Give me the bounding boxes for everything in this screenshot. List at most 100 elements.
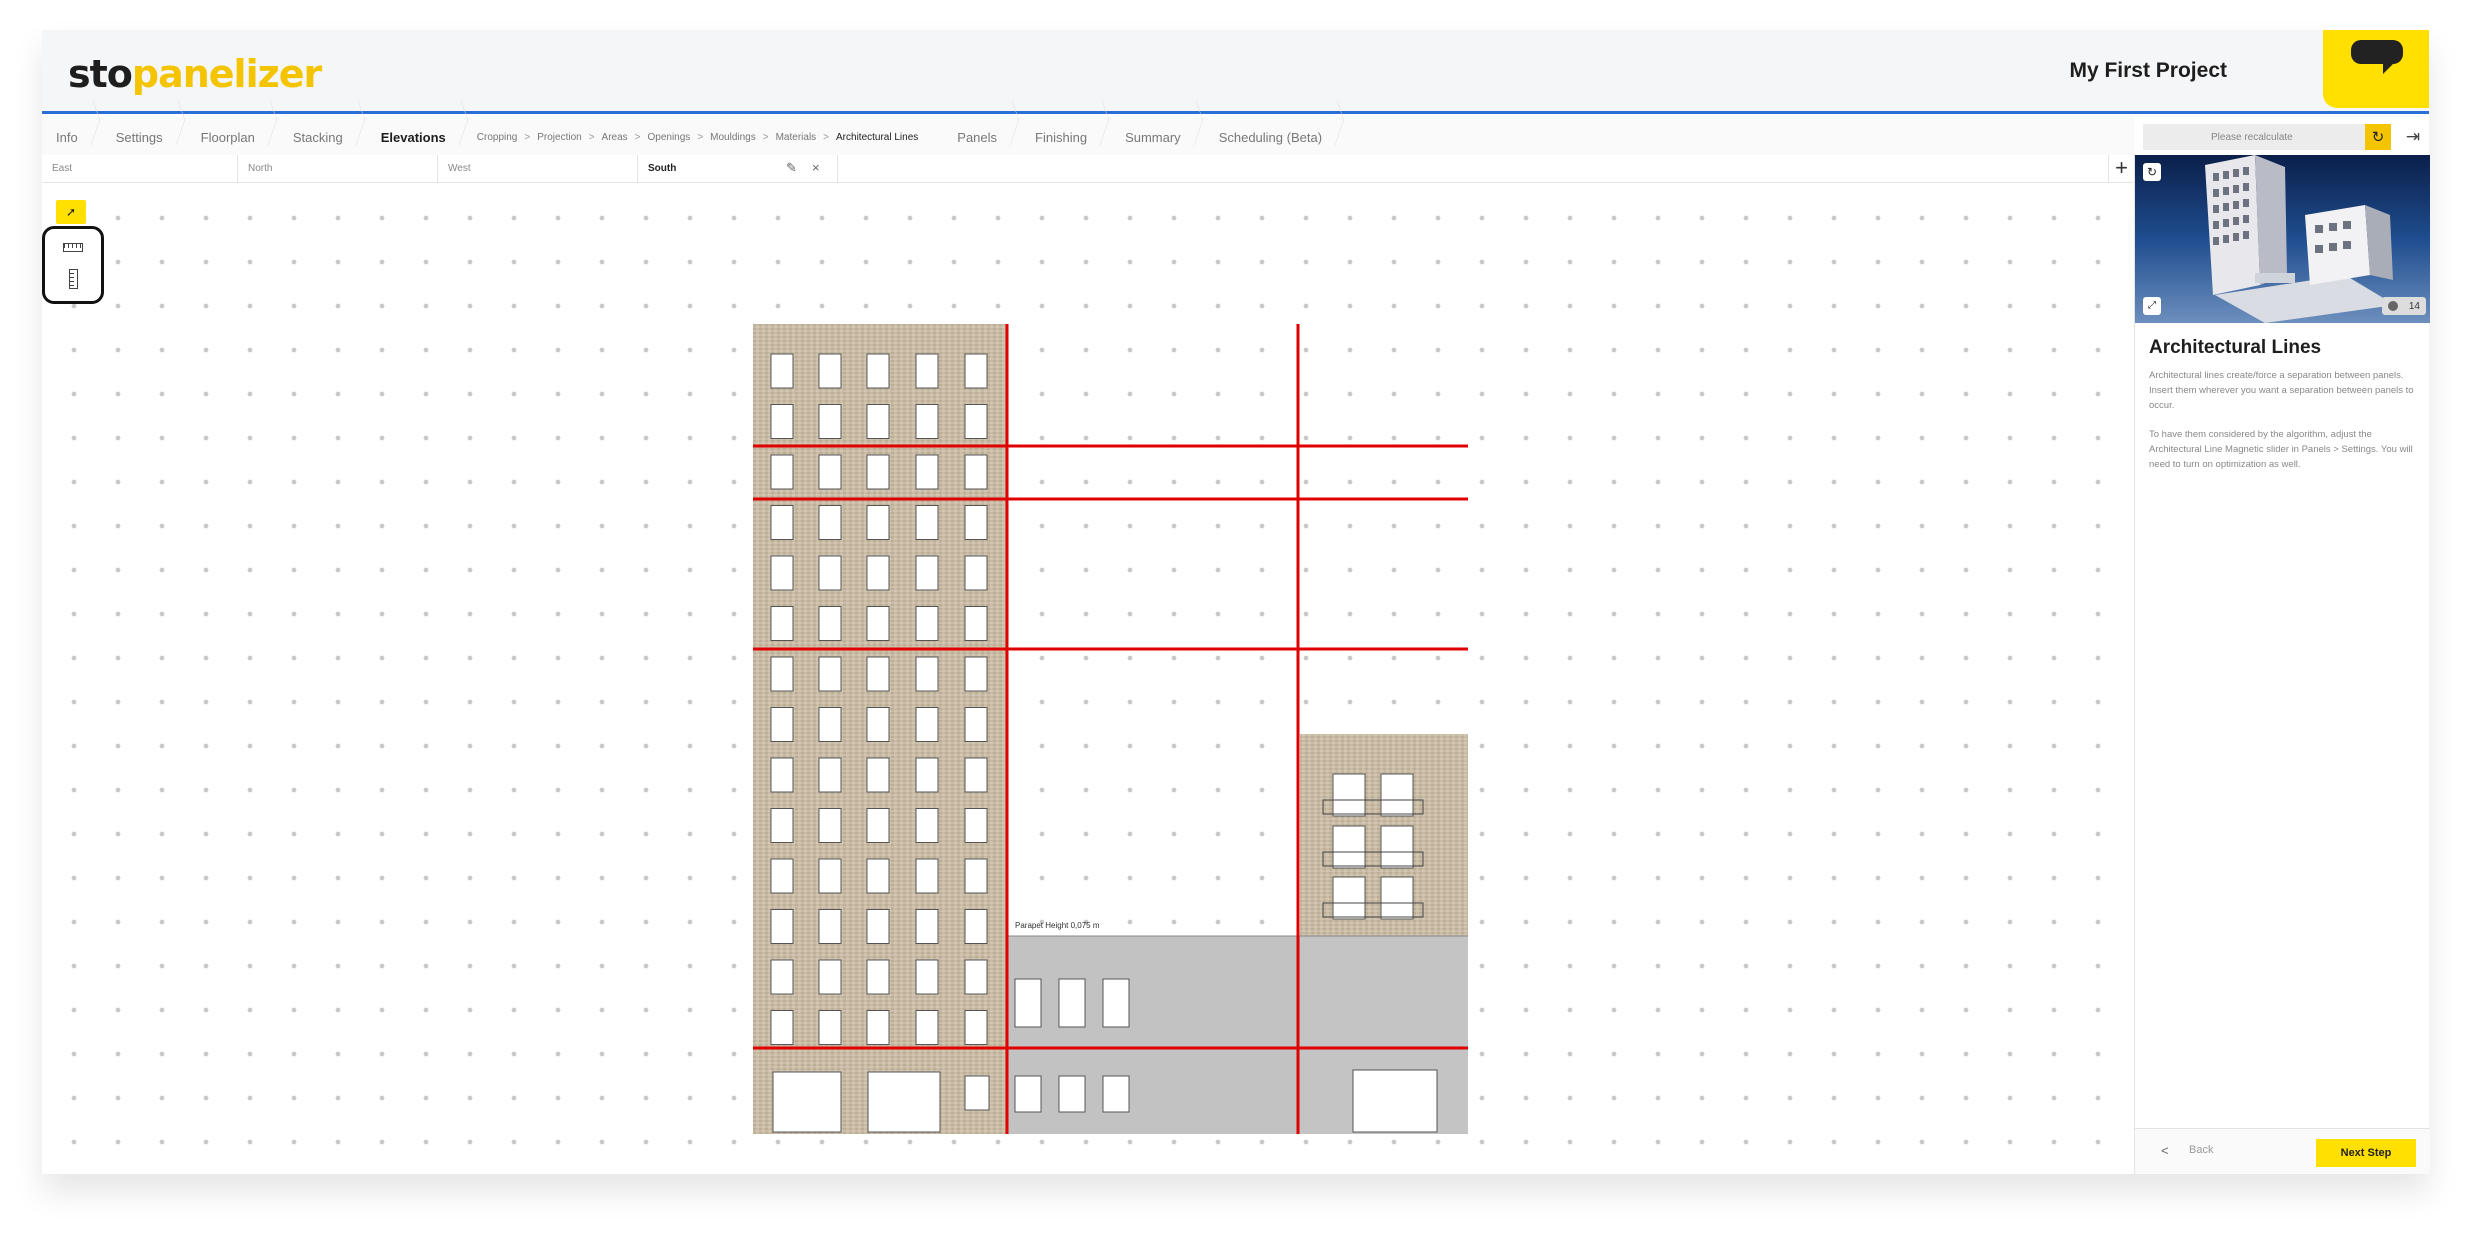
recalculate-label: Please recalculate [2211,131,2293,143]
elevation-tabs: East North West South ✎ × + [42,155,2134,183]
nav-sub-openings[interactable]: Openings [641,117,698,159]
nav-step-elevations[interactable]: Elevations [367,117,470,159]
window [866,454,890,490]
tab-west[interactable]: West [438,155,638,183]
description-paragraph: To have them considered by the algorithm… [2149,429,2413,470]
window [915,909,939,944]
window [1102,1075,1130,1113]
nav-sub-mouldings[interactable]: Mouldings [703,117,763,159]
window [866,505,890,540]
preview-refresh-icon[interactable]: ↻ [2143,163,2161,181]
window [818,757,842,793]
nav-sub-areas[interactable]: Areas [595,117,635,159]
app-window: stopanelizer My First Project Info Setti… [42,30,2430,1174]
nav-step-panels[interactable]: Panels [943,117,1021,159]
refresh-icon[interactable]: ↻ [2365,124,2391,150]
parapet-height-label: Parapet Height 0,075 m [1015,921,1100,930]
nav-step-scheduling[interactable]: Scheduling (Beta) [1205,117,1346,159]
window [866,707,890,742]
window [915,505,939,540]
window [1380,876,1414,920]
window [770,656,794,692]
nav-step-finishing[interactable]: Finishing [1021,117,1111,159]
window [1058,978,1086,1028]
window [915,808,939,843]
window [818,656,842,692]
window [915,454,939,490]
window [770,757,794,793]
tab-east[interactable]: East [42,155,238,183]
chat-button[interactable] [2323,30,2429,108]
window [964,1010,988,1045]
window [770,404,794,439]
sto-panelizer-logo[interactable]: stopanelizer [68,52,322,96]
expand-icon[interactable]: ⤢ [2143,297,2161,315]
window [964,808,988,843]
window [915,1010,939,1045]
window [1380,773,1414,817]
recalculate-status: Please recalculate ↻ [2143,124,2391,150]
window [770,808,794,843]
storefront [772,1071,842,1133]
window [818,404,842,439]
tab-north[interactable]: North [238,155,438,183]
storefront [1352,1069,1438,1133]
nav-step-stacking[interactable]: Stacking [279,117,367,159]
storefront [867,1071,941,1133]
nav-step-settings[interactable]: Settings [102,117,187,159]
nav-sub-architectural-lines[interactable]: Architectural Lines [829,117,926,159]
window [964,656,988,692]
edit-icon[interactable]: ✎ [786,160,797,176]
tab-south[interactable]: South ✎ × [638,155,838,183]
back-label: Back [2189,1144,2214,1156]
cursor-icon[interactable]: ➚ [56,200,86,224]
window [866,757,890,793]
window [964,707,988,742]
nav-step-summary[interactable]: Summary [1111,117,1205,159]
window [964,909,988,944]
drawing-canvas[interactable]: ➚ Parapet Height 0,075 m [42,184,2134,1174]
nav-step-info[interactable]: Info [42,117,102,159]
window [770,555,794,591]
3d-preview[interactable]: ↻ ⤢ 14 [2135,155,2430,323]
window [915,606,939,641]
logo-panelizer: panelizer [131,52,322,96]
nav-sub-materials[interactable]: Materials [769,117,824,159]
window [818,858,842,894]
window [770,909,794,944]
add-elevation-button[interactable]: + [2108,155,2134,183]
south-elevation-drawing[interactable]: Parapet Height 0,075 m [753,324,1468,1134]
window [964,959,988,995]
window [1332,876,1366,920]
window [915,757,939,793]
panel-count-badge: 14 [2382,297,2426,315]
nav-sub-projection[interactable]: Projection [530,117,588,159]
tab-label: South [648,163,677,174]
window [1380,825,1414,869]
nav-step-floorplan[interactable]: Floorplan [187,117,279,159]
window [818,606,842,641]
vertical-ruler-icon[interactable] [69,269,78,289]
window [818,1010,842,1045]
logo-sto: sto [68,52,133,96]
window [818,505,842,540]
window [915,959,939,995]
window [964,757,988,793]
window [964,353,988,389]
export-icon[interactable]: ⇥ [2402,124,2424,150]
window [770,1010,794,1045]
window [915,404,939,439]
next-step-button[interactable]: Next Step [2316,1139,2416,1167]
window [818,959,842,995]
layer-icon [2388,301,2398,311]
window [1058,1075,1086,1113]
horizontal-ruler-icon[interactable] [63,243,83,252]
close-icon[interactable]: × [812,160,820,175]
window [818,909,842,944]
window [866,606,890,641]
window [866,909,890,944]
window [866,1010,890,1045]
tab-label: West [448,163,471,174]
header: stopanelizer My First Project [42,30,2429,114]
nav-sub-cropping[interactable]: Cropping [470,117,525,159]
